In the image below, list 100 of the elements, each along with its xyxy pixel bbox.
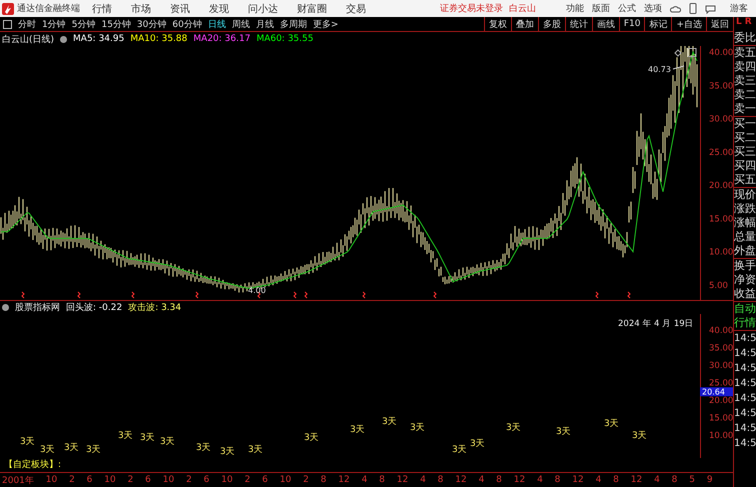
time-axis-label: 8 [320,475,326,485]
signal-label: 3天 [632,431,647,441]
time-axis-label: 6 [86,475,92,485]
menu-item[interactable]: 发现 [209,2,229,16]
indicator-axis-label: 20.00 [709,396,733,406]
quote-field-label: 卖一 [734,102,756,116]
chart-title: 白云山(日线) [2,34,54,46]
time-axis-label: 8 [379,475,385,485]
menu-item[interactable]: 财富圈 [297,2,327,16]
cloud-icon[interactable] [670,4,681,14]
quote-field-label: 买一 [734,117,756,131]
period-tab[interactable]: 日线 [208,18,226,30]
signal-label: 3天 [410,423,425,433]
signal-label: 3天 [118,431,133,441]
period-tab[interactable]: 月线 [256,18,274,30]
leader-line [672,66,684,70]
quote-field-label: 涨跌 [734,202,756,216]
period-tab[interactable]: 60分钟 [172,18,202,30]
menu-item[interactable]: 问小达 [248,2,278,16]
menu-item[interactable]: 交易 [346,2,366,16]
menu-item[interactable]: 公式 [618,2,636,15]
signal-label: 3天 [304,433,319,443]
price-axis-label: 25.00 [709,148,733,158]
time-axis-label: 5 [689,475,695,485]
trade-time: 14:5 [734,422,756,436]
indicator-axis-label: 10.00 [709,431,733,441]
quote-field-label: 卖五 [734,46,756,60]
time-axis-label: 12 [572,475,584,485]
signal-label: 3天 [604,419,619,429]
panel-tab[interactable]: R [744,17,752,31]
menu-item[interactable]: 选项 [644,2,662,15]
panel-toggle-icon[interactable] [3,20,12,28]
quote-field-label: 卖二 [734,88,756,102]
quote-field-label: 净资 [734,273,756,287]
period-tab[interactable]: 多周期 [280,18,307,30]
panel-tab[interactable]: 行情 [734,316,756,330]
time-axis-label: 2001年 [2,474,34,486]
time-axis-label: 2 [303,475,309,485]
menu-item[interactable]: 市场 [131,2,151,16]
message-icon[interactable] [705,4,716,14]
time-axis-label: 12 [514,475,526,485]
phone-icon[interactable] [689,3,697,14]
high-price-label: 40.73 [648,65,671,74]
time-axis-label: 12 [455,475,467,485]
ma-value: MA60: 35.55 [256,34,314,44]
menu-item[interactable]: 功能 [566,2,584,15]
diamond-icon[interactable] [674,49,682,57]
signal-label: 3天 [64,443,79,453]
time-axis-label: 4 [420,475,426,485]
quote-field-label: 卖四 [734,60,756,74]
price-axis-label: 30.00 [709,114,733,125]
trade-time: 14:5 [734,392,756,406]
indicator-axis-label: 15.00 [709,414,733,424]
signal-label: 3天 [506,423,521,433]
price-axis-label: 20.00 [709,181,733,192]
time-axis-label: 8 [496,475,502,485]
indicator-axis-label: 40.00 [709,326,733,336]
time-axis-label: 9 [706,475,713,485]
quote-field-label: 买二 [734,131,756,145]
period-tab[interactable]: 更多> [312,18,338,30]
time-axis-label: 4 [362,475,368,485]
indicator-value: 回头波: -0.22 [66,302,122,314]
time-axis-label: 12 [630,475,642,485]
time-axis-label: 6 [204,475,210,485]
price-axis-label: 5.00 [709,281,728,291]
window-icon[interactable] [688,48,696,57]
time-axis-label: 6 [262,475,268,485]
period-tab[interactable]: 分时 [18,18,36,30]
time-axis-label: 12 [338,475,350,485]
menu-item[interactable]: 资讯 [170,2,190,16]
time-axis-label: 10 [46,475,58,485]
signal-marker-icon [195,292,199,298]
signal-marker-icon [21,292,25,298]
indicator-name: 股票指标网 [15,302,60,314]
chart-date: 2024 年 4 月 19日 [618,319,694,329]
user-name[interactable]: 游客 [730,2,748,15]
time-axis-label: 2 [186,475,192,485]
time-axis-label: 10 [162,475,174,485]
panel-tab[interactable]: L [736,17,742,31]
period-tab[interactable]: 5分钟 [72,18,96,30]
signal-label: 3天 [556,427,571,437]
signal-label: 3天 [40,445,55,455]
period-tab[interactable]: 15分钟 [101,18,131,30]
period-tab[interactable]: 1分钟 [42,18,66,30]
ma-value: MA20: 36.17 [193,34,250,44]
menu-item[interactable]: 版面 [592,2,610,15]
panel-tab[interactable]: 自动 [734,302,756,316]
menu-item[interactable]: 行情 [92,2,112,16]
signal-label: 3天 [382,417,397,427]
time-axis-label: 2 [69,475,75,485]
period-tab[interactable]: 周线 [232,18,250,30]
time-axis-label: 10 [221,475,233,485]
signal-label: 3天 [140,433,155,443]
trade-time: 14:5 [734,437,756,451]
period-tab[interactable]: 30分钟 [136,18,166,30]
signal-label: 3天 [196,443,211,453]
ma-value: MA5: 34.95 [73,34,124,44]
signal-label: 3天 [248,445,263,455]
custom-block-label: 【自定板块】: [3,458,62,472]
time-axis-label: 4 [654,475,660,485]
